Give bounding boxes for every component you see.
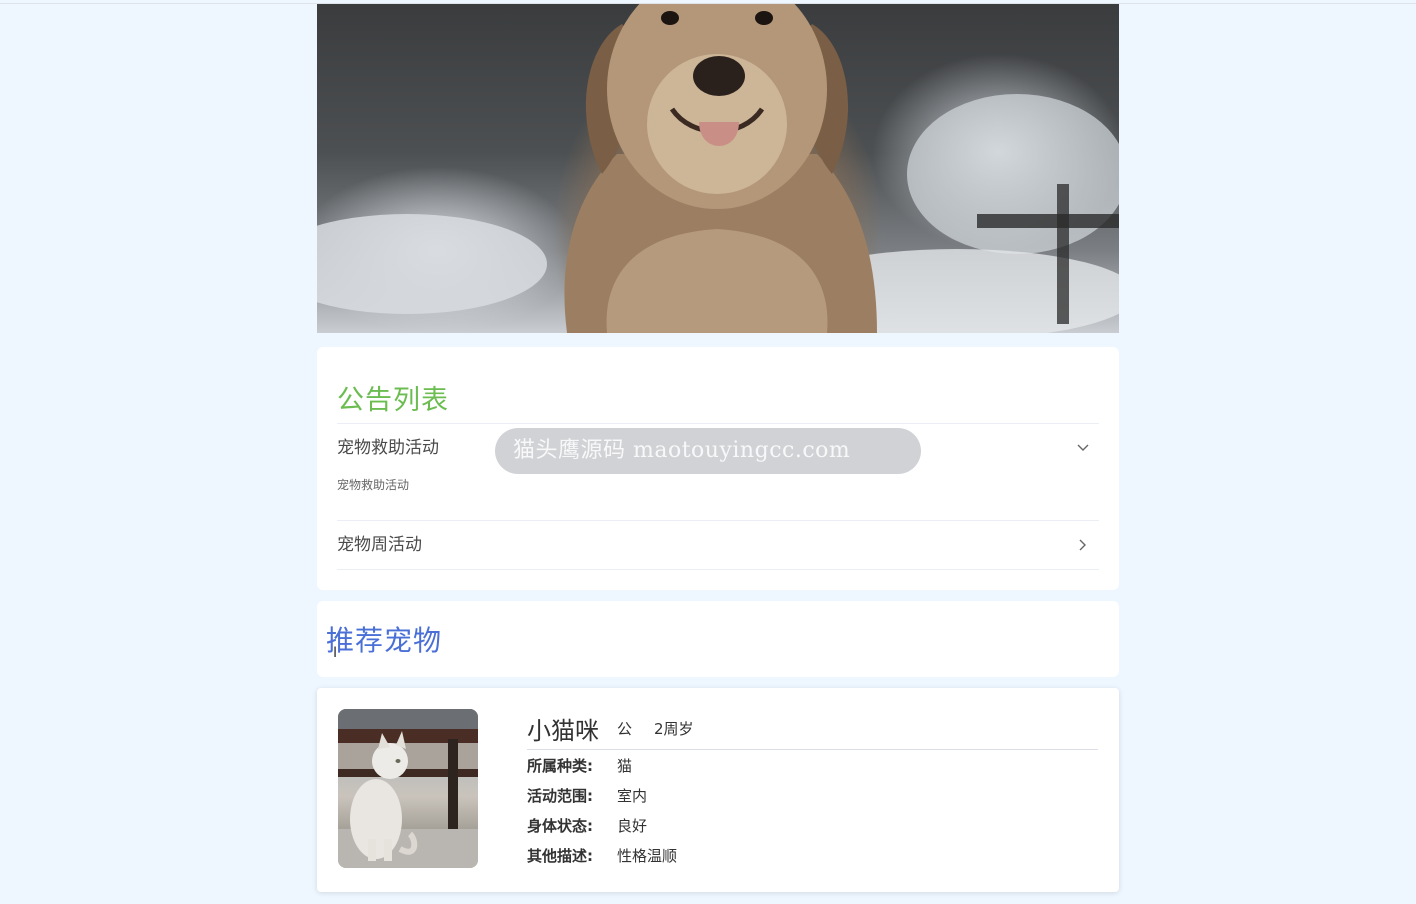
pet-card[interactable]: 小猫咪 公 2周岁 所属种类: 猫 活动范围: 室内 身体状态: 良好 其他描述… — [317, 688, 1119, 892]
pet-gender: 公 — [617, 720, 633, 738]
recommend-panel: 推荐宠物 I — [317, 601, 1119, 677]
banner-image-dog — [317, 4, 1119, 333]
pet-detail-value: 室内 — [617, 787, 648, 805]
pet-details: 所属种类: 猫 活动范围: 室内 身体状态: 良好 其他描述: 性格温顺 — [527, 750, 1098, 871]
pet-age: 2周岁 — [654, 720, 694, 738]
pet-detail-row: 身体状态: 良好 — [527, 811, 1098, 841]
watermark-overlay: 猫头鹰源码 maotouyingcc.com — [495, 428, 921, 474]
announcement-item-label: 宠物周活动 — [337, 535, 422, 555]
announcement-panel: 公告列表 宠物救助活动 宠物救助活动 宠物周活动 猫头鹰源码 maotouyin… — [317, 347, 1119, 590]
text-cursor-icon: I — [333, 645, 338, 661]
pet-detail-row: 活动范围: 室内 — [527, 781, 1098, 811]
chevron-right-icon[interactable] — [1075, 521, 1091, 569]
pet-detail-row: 其他描述: 性格温顺 — [527, 841, 1098, 871]
pet-photo[interactable] — [338, 709, 478, 868]
dog-illustration — [317, 4, 1119, 333]
recommend-title: 推荐宠物 — [326, 624, 443, 657]
pet-detail-value: 猫 — [617, 757, 633, 775]
pet-header: 小猫咪 公 2周岁 — [527, 708, 1098, 750]
announcement-item-label: 宠物救助活动 — [337, 438, 439, 458]
pet-detail-value: 性格温顺 — [617, 847, 678, 865]
chevron-down-icon[interactable] — [1075, 424, 1091, 472]
announcement-title: 公告列表 — [337, 347, 1099, 424]
announcement-item-weekly: 宠物周活动 — [337, 521, 1099, 570]
pet-detail-label: 身体状态: — [527, 817, 593, 835]
main-container: 公告列表 宠物救助活动 宠物救助活动 宠物周活动 猫头鹰源码 maotouyin… — [317, 4, 1119, 892]
announcement-content-rescue: 宠物救助活动 — [337, 478, 410, 492]
pet-name[interactable]: 小猫咪 — [527, 711, 599, 746]
pet-detail-label: 活动范围: — [527, 787, 593, 805]
announcement-header-weekly[interactable]: 宠物周活动 — [337, 521, 1099, 569]
pet-detail-label: 其他描述: — [527, 847, 593, 865]
pet-detail-label: 所属种类: — [527, 757, 593, 775]
cat-illustration — [338, 709, 478, 868]
pet-detail-value: 良好 — [617, 817, 648, 835]
pet-info: 小猫咪 公 2周岁 所属种类: 猫 活动范围: 室内 身体状态: 良好 其他描述… — [527, 708, 1098, 871]
pet-detail-row: 所属种类: 猫 — [527, 751, 1098, 781]
